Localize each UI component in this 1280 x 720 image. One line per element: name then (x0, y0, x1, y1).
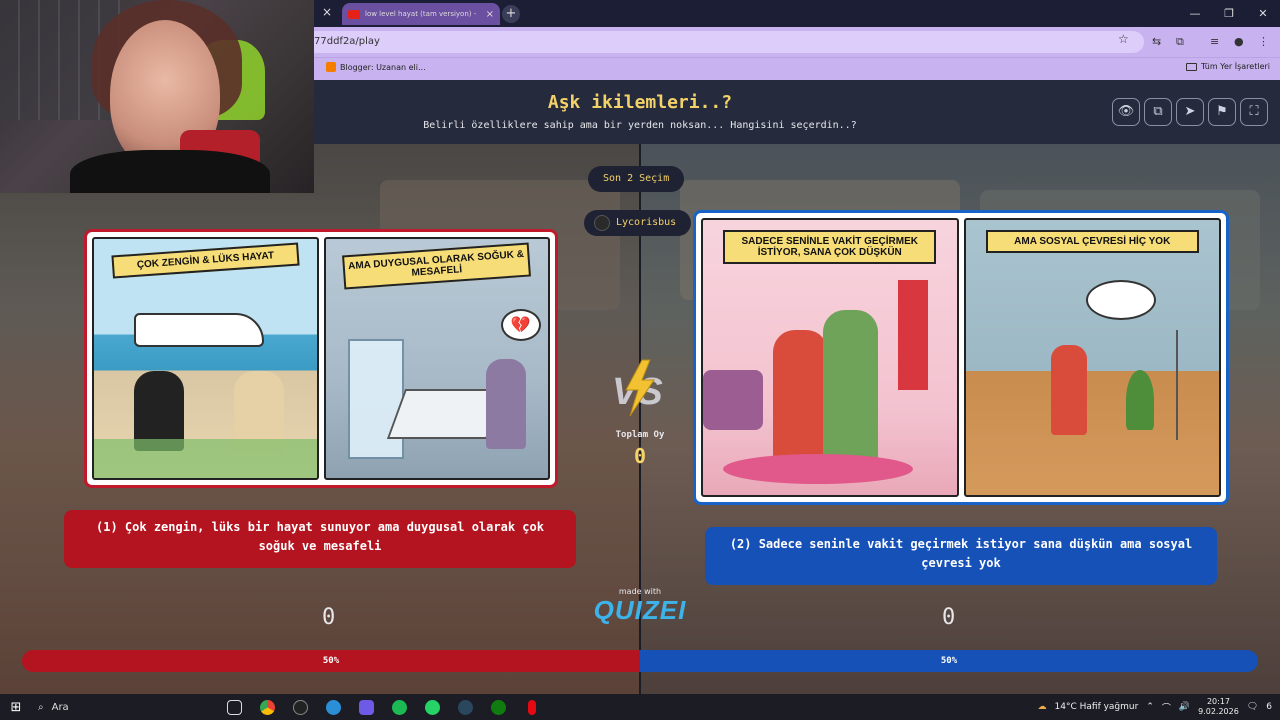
streamer-shirt (70, 150, 270, 193)
total-votes-label: Toplam Oy (615, 430, 665, 440)
bookmarks-bar: Blogger: Uzanan eli... Tüm Yer İşaretler… (314, 57, 1280, 80)
chevron-up-icon[interactable]: ⌃ (1146, 702, 1154, 712)
netflix-icon[interactable] (515, 694, 548, 720)
minimize-button[interactable]: — (1178, 0, 1212, 27)
vote-count-right: 0 (942, 605, 956, 630)
broken-heart-icon: 💔 (500, 309, 541, 341)
profile-avatar[interactable]: ● (1234, 35, 1244, 48)
close-icon[interactable]: × (322, 5, 332, 19)
notification-count: 6 (1266, 702, 1272, 712)
option-caption-right[interactable]: (2) Sadece seninle vakit geçirmek istiyo… (705, 527, 1217, 585)
tab-title: low level hayat (tam versiyon) - (365, 10, 477, 18)
panel-ribbon: AMA DUYGUSAL OLARAK SOĞUK & MESAFELİ (342, 242, 532, 290)
screen: × low level hayat (tam versiyon) - × + —… (0, 0, 1280, 720)
folder-icon (1185, 62, 1197, 71)
percentage-left: 50% (22, 650, 640, 672)
taskbar: ⊞ ⌕ Ara ☁ 14°C Hafif yağmur ⌃ ⌒ 🔊 20:17 … (0, 694, 1280, 720)
hugging-man-illustration (773, 330, 828, 460)
panel-ribbon: SADECE SENİNLE VAKİT GEÇİRMEK İSTİYOR, S… (723, 230, 937, 264)
tab-bar: × low level hayat (tam versiyon) - × + —… (314, 0, 1280, 27)
vote-count-left: 0 (322, 605, 336, 630)
network-icon[interactable]: ⌒ (1162, 701, 1171, 714)
avatar (594, 215, 610, 231)
bookmark-item[interactable]: Blogger: Uzanan eli... (326, 62, 426, 72)
weather-text[interactable]: 14°C Hafif yağmur (1055, 702, 1139, 712)
thought-bubble-illustration (1085, 280, 1156, 320)
header-actions: 👁 ⧉ ➤ ⚑ ⛶ (1112, 98, 1268, 126)
clock-time: 20:17 (1206, 697, 1230, 706)
clock[interactable]: 20:17 9.02.2026 (1198, 697, 1239, 717)
last-choices-pill[interactable]: Son 2 Seçim (588, 166, 685, 192)
player-name: Lycorisbus (616, 217, 677, 228)
xbox-icon[interactable] (482, 694, 515, 720)
bookmark-label: Blogger: Uzanan eli... (340, 62, 426, 72)
youtube-icon (348, 9, 360, 19)
tab-active[interactable]: low level hayat (tam versiyon) - × (342, 3, 500, 25)
chrome-icon[interactable] (251, 694, 284, 720)
edge-icon[interactable] (317, 694, 350, 720)
address-bar-row: 77ddf2a/play ☆ ⇆ ⧉ ≡ ● ⋮ (314, 27, 1280, 57)
system-tray: ☁ 14°C Hafif yağmur ⌃ ⌒ 🔊 20:17 9.02.202… (1038, 694, 1280, 720)
notifications-icon[interactable]: 🗨 (1247, 702, 1258, 712)
clock-date: 9.02.2026 (1198, 707, 1239, 716)
bookmark-star-icon[interactable]: ☆ (1118, 32, 1129, 46)
fullscreen-icon[interactable]: ⛶ (1240, 98, 1268, 126)
panel-ribbon: ÇOK ZENGİN & LÜKS HAYAT (111, 242, 300, 279)
vs-icon: VS (612, 359, 663, 417)
vote-percentage-bar: 50% 50% (22, 650, 1258, 672)
panel-ribbon: AMA SOSYAL ÇEVRESİ HİÇ YOK (985, 230, 1199, 253)
close-window-button[interactable]: ✕ (1246, 0, 1280, 27)
yacht-illustration (134, 313, 264, 347)
ice-block-illustration (347, 339, 404, 459)
option-caption-left[interactable]: (1) Çok zengin, lüks bir hayat sunuyor a… (64, 510, 576, 568)
plant-illustration (1125, 370, 1154, 430)
tab-close-icon[interactable]: × (486, 9, 494, 20)
flag-icon[interactable]: ⚑ (1208, 98, 1236, 126)
eye-icon[interactable]: 👁 (1112, 98, 1140, 126)
webcam-overlay (0, 0, 314, 193)
search-icon: ⌕ (38, 701, 44, 713)
weather-icon[interactable]: ☁ (1038, 702, 1047, 712)
translate-icon[interactable]: ⇆ (1152, 35, 1161, 48)
share-icon[interactable]: ⧉ (1144, 98, 1172, 126)
lamp-illustration (1175, 330, 1196, 440)
window-controls: — ❐ ✕ (1178, 0, 1280, 27)
extensions-icon[interactable]: ⧉ (1176, 35, 1184, 49)
taskbar-search[interactable]: ⌕ Ara (32, 694, 218, 720)
media-icon[interactable]: ≡ (1210, 35, 1219, 48)
volume-icon[interactable]: 🔊 (1179, 702, 1190, 712)
app-icon[interactable] (284, 694, 317, 720)
total-votes-value: 0 (633, 444, 647, 468)
send-icon[interactable]: ➤ (1176, 98, 1204, 126)
windows-start-icon[interactable]: ⊞ (0, 700, 32, 715)
whatsapp-icon[interactable] (416, 694, 449, 720)
search-label: Ara (51, 701, 69, 713)
player-pill: Lycorisbus (584, 210, 692, 236)
sofa-illustration (703, 370, 763, 430)
discord-icon[interactable] (350, 694, 383, 720)
percentage-right: 50% (640, 650, 1258, 672)
new-tab-button[interactable]: + (502, 5, 520, 23)
curtain-illustration (898, 280, 928, 390)
quizei-logo[interactable]: QUIZEI (0, 595, 1280, 626)
blogger-icon (326, 62, 336, 72)
lonely-man-illustration (1050, 345, 1087, 435)
restore-button[interactable]: ❐ (1212, 0, 1246, 27)
steam-icon[interactable] (449, 694, 482, 720)
task-view-icon[interactable] (218, 694, 251, 720)
url-input[interactable]: 77ddf2a/play (314, 31, 1144, 53)
all-bookmarks-label: Tüm Yer İşaretleri (1200, 62, 1270, 71)
spotify-icon[interactable] (383, 694, 416, 720)
menu-icon[interactable]: ⋮ (1258, 35, 1269, 48)
all-bookmarks[interactable]: Tüm Yer İşaretleri (1185, 62, 1270, 71)
